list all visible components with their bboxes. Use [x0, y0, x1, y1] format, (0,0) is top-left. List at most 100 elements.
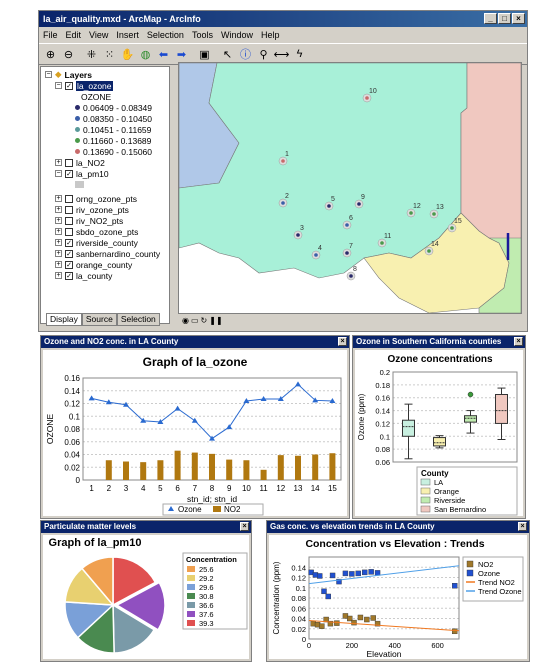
layer-label[interactable]: sbdo_ozone_pts — [76, 227, 138, 237]
toc-tab-source[interactable]: Source — [81, 313, 117, 326]
layer-label[interactable]: la_NO2 — [76, 158, 105, 168]
collapse-icon[interactable]: − — [55, 82, 62, 89]
checkbox-checked[interactable]: ✓ — [65, 260, 73, 269]
checkbox-unchecked[interactable] — [65, 227, 73, 236]
y-tick-label: 0.14 — [64, 387, 80, 396]
pan-icon[interactable]: ✋ — [120, 47, 135, 62]
layer-label[interactable]: la_pm10 — [76, 169, 109, 179]
menu-insert[interactable]: Insert — [116, 30, 139, 40]
data-view-icon[interactable]: ◉ — [182, 316, 189, 325]
expand-icon[interactable]: + — [55, 195, 62, 202]
chart-ozone-boxplot: Ozone concentrations 0.06 0.08 0.1 0.12 0.14 0… — [357, 354, 518, 516]
expand-icon[interactable]: + — [55, 250, 62, 257]
expand-icon[interactable]: + — [55, 228, 62, 235]
scatter-point — [357, 614, 364, 621]
station-point[interactable] — [349, 274, 353, 278]
layer-label[interactable]: sanbernardino_county — [76, 249, 160, 259]
menu-help[interactable]: Help — [261, 30, 280, 40]
hyperlink-icon[interactable]: ϟ — [292, 47, 307, 62]
checkbox-checked[interactable]: ✓ — [65, 169, 73, 178]
checkbox-checked[interactable]: ✓ — [65, 271, 73, 280]
menu-view[interactable]: View — [89, 30, 108, 40]
checkbox-checked[interactable]: ✓ — [65, 249, 73, 258]
station-point[interactable] — [281, 159, 285, 163]
station-point[interactable] — [357, 202, 361, 206]
station-point[interactable] — [327, 204, 331, 208]
toc-tab-selection[interactable]: Selection — [116, 313, 160, 326]
menu-file[interactable]: File — [43, 30, 58, 40]
find-icon[interactable]: ⚲ — [256, 47, 271, 62]
identify-icon[interactable]: ⓘ — [238, 47, 253, 62]
station-point[interactable] — [380, 241, 384, 245]
collapse-icon[interactable]: − — [45, 71, 52, 78]
layer-label[interactable]: la_ozone — [76, 80, 113, 91]
menu-edit[interactable]: Edit — [66, 30, 82, 40]
checkbox-checked[interactable]: ✓ — [65, 81, 73, 90]
panel-title: Ozone in Southern California counties — [356, 337, 502, 346]
station-point[interactable] — [281, 201, 285, 205]
bookmark-icon[interactable]: ▣ — [197, 47, 212, 62]
panel-close-icon[interactable]: × — [240, 522, 249, 531]
forward-icon[interactable]: ➡ — [174, 47, 189, 62]
checkbox-unchecked[interactable] — [65, 158, 73, 167]
maximize-button[interactable]: □ — [498, 13, 511, 24]
layout-view-icon[interactable]: ▭ — [191, 316, 199, 325]
chart-title: Graph of la_ozone — [143, 355, 248, 369]
layer-label[interactable]: orng_ozone_pts — [76, 194, 137, 204]
map-view[interactable]: 1 2 3 4 5 6 7 8 9 10 11 12 13 14 15 — [178, 62, 522, 314]
zoom-out-icon[interactable]: ⊖ — [61, 47, 76, 62]
checkbox-unchecked[interactable] — [65, 216, 73, 225]
layer-label[interactable]: riv_NO2_pts — [76, 216, 123, 226]
station-point[interactable] — [314, 253, 318, 257]
fixed-zoom-in-icon[interactable]: ⁜ — [84, 47, 99, 62]
station-point[interactable] — [345, 223, 349, 227]
station-point[interactable] — [427, 249, 431, 253]
layer-label[interactable]: la_county — [76, 271, 112, 281]
zoom-in-icon[interactable]: ⊕ — [43, 47, 58, 62]
scatter-point — [370, 615, 376, 621]
expand-icon[interactable]: + — [55, 217, 62, 224]
station-label: 6 — [349, 215, 353, 222]
station-point[interactable] — [296, 233, 300, 237]
toc-tab-display[interactable]: Display — [46, 313, 82, 326]
layer-label[interactable]: riv_ozone_pts — [76, 205, 129, 215]
station-point[interactable] — [365, 96, 369, 100]
fixed-zoom-out-icon[interactable]: ⁙ — [102, 47, 117, 62]
collapse-icon[interactable]: − — [55, 170, 62, 177]
menu-tools[interactable]: Tools — [192, 30, 213, 40]
full-extent-icon[interactable]: ◍ — [138, 47, 153, 62]
close-button[interactable]: × — [512, 13, 525, 24]
expand-icon[interactable]: + — [55, 261, 62, 268]
station-point[interactable] — [432, 212, 436, 216]
panel-close-icon[interactable]: × — [514, 337, 523, 346]
pause-icon[interactable]: ❚❚ — [209, 316, 222, 325]
legend-title: Concentration — [186, 555, 237, 564]
layer-label[interactable]: riverside_county — [76, 238, 138, 248]
expand-icon[interactable]: + — [55, 206, 62, 213]
station-point[interactable] — [345, 251, 349, 255]
station-point[interactable] — [409, 211, 413, 215]
panel-close-icon[interactable]: × — [338, 337, 347, 346]
back-icon[interactable]: ⬅ — [156, 47, 171, 62]
scatter-point — [342, 570, 349, 577]
station-point[interactable] — [450, 226, 454, 230]
checkbox-checked[interactable]: ✓ — [65, 238, 73, 247]
menu-selection[interactable]: Selection — [147, 30, 184, 40]
layer-label[interactable]: orange_county — [76, 260, 132, 270]
menu-window[interactable]: Window — [221, 30, 253, 40]
expand-icon[interactable]: + — [55, 239, 62, 246]
checkbox-unchecked[interactable] — [65, 194, 73, 203]
legend-ozone-label: Ozone — [178, 505, 202, 514]
checkbox-unchecked[interactable] — [65, 205, 73, 214]
map-canvas[interactable]: 123456789101112 131415 — [178, 62, 522, 314]
expand-icon[interactable]: + — [55, 272, 62, 279]
layers-icon: ◆ — [55, 69, 62, 79]
menu-bar: File Edit View Insert Selection Tools Window He… — [39, 27, 527, 43]
select-arrow-icon[interactable]: ↖ — [220, 47, 235, 62]
expand-icon[interactable]: + — [55, 159, 62, 166]
minimize-button[interactable]: _ — [484, 13, 497, 24]
measure-icon[interactable]: ⟷ — [274, 47, 290, 62]
refresh-icon[interactable]: ↻ — [201, 316, 208, 325]
panel-close-icon[interactable]: × — [518, 522, 527, 531]
scatter-point — [355, 570, 361, 577]
